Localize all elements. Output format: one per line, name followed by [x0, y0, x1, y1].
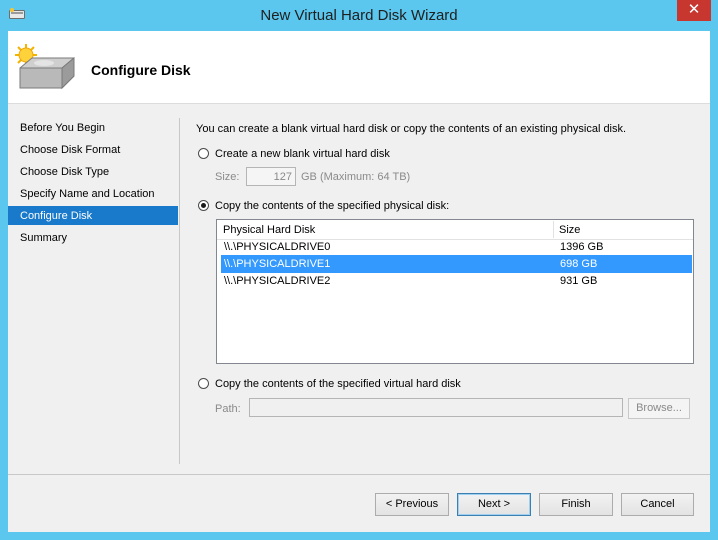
table-cell-size[interactable]: 931 GB	[560, 275, 597, 287]
table-row[interactable]: \\.\PHYSICALDRIVE0	[224, 241, 330, 253]
browse-button[interactable]: Browse...	[628, 398, 690, 419]
step-summary[interactable]: Summary	[20, 232, 67, 244]
next-button[interactable]: Next >	[457, 493, 531, 516]
label-copy-virtual[interactable]: Copy the contents of the specified virtu…	[215, 378, 461, 390]
table-row[interactable]: \\.\PHYSICALDRIVE2	[224, 275, 330, 287]
previous-button[interactable]: < Previous	[375, 493, 449, 516]
step-configure-disk[interactable]: Configure Disk	[20, 210, 92, 222]
size-input[interactable]: 127	[246, 167, 296, 186]
radio-copy-physical[interactable]	[198, 200, 209, 211]
finish-button[interactable]: Finish	[539, 493, 613, 516]
radio-copy-virtual[interactable]	[198, 378, 209, 389]
page-title: Configure Disk	[91, 62, 191, 78]
step-choose-disk-format[interactable]: Choose Disk Format	[20, 144, 120, 156]
table-cell-size[interactable]: 698 GB	[560, 258, 597, 270]
footer-divider	[8, 474, 710, 475]
size-label: Size:	[215, 171, 240, 183]
label-create-blank[interactable]: Create a new blank virtual hard disk	[215, 148, 390, 160]
radio-create-blank[interactable]	[198, 148, 209, 159]
path-label: Path:	[215, 403, 241, 415]
path-input[interactable]	[249, 398, 623, 417]
label-copy-physical[interactable]: Copy the contents of the specified physi…	[215, 200, 449, 212]
column-header-size[interactable]: Size	[559, 224, 580, 236]
step-specify-name-location[interactable]: Specify Name and Location	[20, 188, 155, 200]
cancel-button[interactable]: Cancel	[621, 493, 694, 516]
steps-divider	[179, 118, 180, 464]
column-header-disk[interactable]: Physical Hard Disk	[223, 224, 315, 236]
table-row[interactable]: \\.\PHYSICALDRIVE1	[224, 258, 330, 270]
intro-text: You can create a blank virtual hard disk…	[196, 123, 627, 135]
size-suffix: GB (Maximum: 64 TB)	[301, 171, 411, 183]
close-button[interactable]: ✕	[677, 0, 711, 21]
close-icon: ✕	[687, 1, 701, 18]
step-choose-disk-type[interactable]: Choose Disk Type	[20, 166, 109, 178]
window-title: New Virtual Hard Disk Wizard	[260, 7, 458, 24]
table-cell-size[interactable]: 1396 GB	[560, 241, 603, 253]
column-divider[interactable]	[553, 221, 554, 238]
step-before-you-begin[interactable]: Before You Begin	[20, 122, 105, 134]
disk-with-sun-icon	[12, 42, 78, 94]
